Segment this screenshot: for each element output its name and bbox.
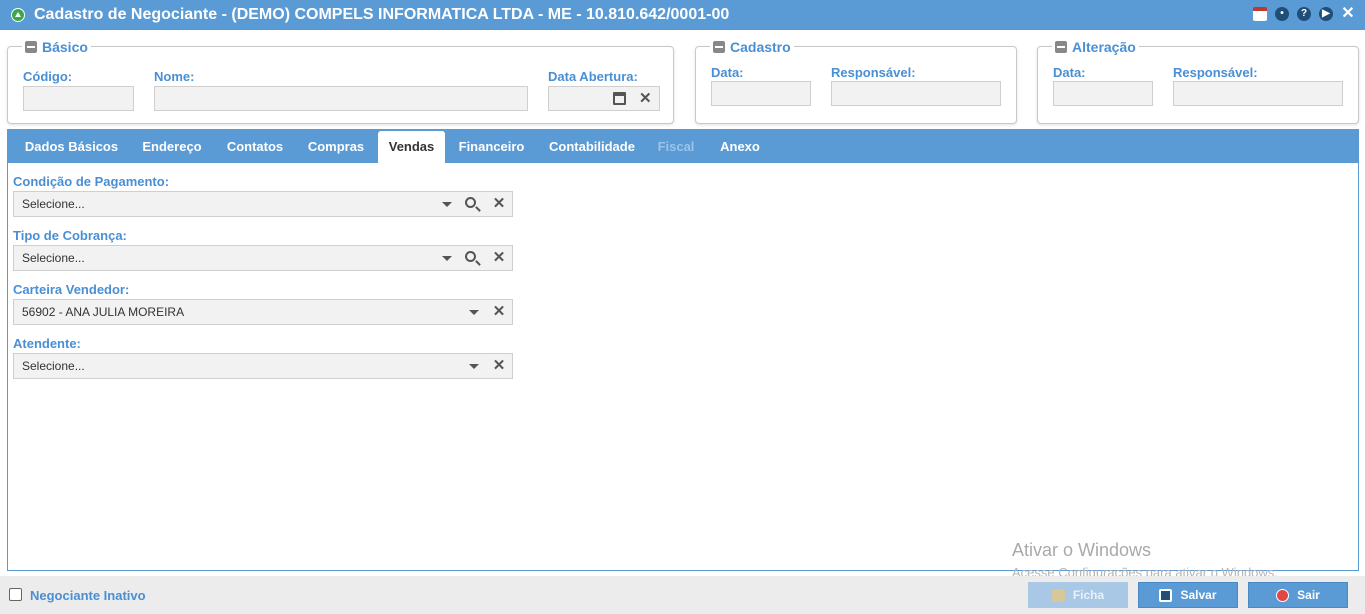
title-bar-icons: • ? ▶ ✕ [1253,6,1355,22]
data-abertura-field[interactable]: ✕ [548,86,660,111]
alteracao-data-label: Data: [1053,65,1086,80]
nome-label: Nome: [154,69,195,84]
alteracao-responsavel-label: Responsável: [1173,65,1258,80]
chevron-down-icon[interactable] [469,364,479,369]
alteracao-fieldset: Alteração Data: Responsável: [1037,39,1359,124]
close-icon[interactable]: ✕ [1341,6,1355,22]
cadastro-responsavel-label: Responsável: [831,65,916,80]
tab-endereco[interactable]: Endereço [132,131,212,163]
footer-bar: Negociante Inativo Ficha Salvar Sair [0,576,1365,614]
search-icon[interactable] [465,197,476,208]
carteira-vendedor-value: 56902 - ANA JULIA MOREIRA [22,305,185,319]
vendas-panel: Condição de Pagamento: Selecione... ✕ Ti… [7,163,1359,571]
condicao-pagamento-label: Condição de Pagamento: [13,174,170,189]
title-bar: Cadastro de Negociante - (DEMO) COMPELS … [0,0,1365,30]
alteracao-responsavel-field [1173,81,1343,106]
tab-financeiro[interactable]: Financeiro [449,131,534,163]
condicao-pagamento-select[interactable]: Selecione... ✕ [13,191,513,217]
activation-watermark-title: Ativar o Windows [1012,540,1152,560]
cadastro-data-label: Data: [711,65,744,80]
play-icon[interactable]: ▶ [1319,7,1333,21]
basico-legend[interactable]: Básico [22,39,91,55]
alteracao-legend[interactable]: Alteração [1052,39,1139,55]
chat-icon[interactable]: • [1275,7,1289,21]
tab-fiscal: Fiscal [657,139,695,154]
carteira-vendedor-select[interactable]: 56902 - ANA JULIA MOREIRA ✕ [13,299,513,325]
tab-contabilidade[interactable]: Contabilidade [540,131,644,163]
clear-icon[interactable]: ✕ [491,304,507,320]
clipboard-icon [1051,588,1065,602]
condicao-pagamento-value: Selecione... [22,197,85,211]
cadastro-data-field [711,81,811,106]
calendar-icon[interactable] [1253,7,1267,21]
tab-compras[interactable]: Compras [297,131,375,163]
cadastro-responsavel-field [831,81,1001,106]
app-icon [11,8,25,22]
ficha-button: Ficha [1028,582,1128,608]
exit-icon [1276,588,1290,602]
codigo-label: Código: [23,69,73,84]
cadastro-legend-text: Cadastro [730,39,791,55]
search-icon[interactable] [465,251,476,262]
help-icon[interactable]: ? [1297,7,1311,21]
codigo-field[interactable] [23,86,134,111]
nome-field[interactable] [154,86,528,111]
tab-vendas[interactable]: Vendas [378,131,445,163]
cadastro-legend[interactable]: Cadastro [710,39,794,55]
carteira-vendedor-label: Carteira Vendedor: [13,282,130,297]
sair-button-label: Sair [1297,588,1320,602]
tab-contatos[interactable]: Contatos [215,131,295,163]
basico-legend-text: Básico [42,39,88,55]
data-abertura-label: Data Abertura: [548,69,638,84]
alteracao-legend-text: Alteração [1072,39,1136,55]
clear-icon[interactable]: ✕ [491,196,507,212]
negociante-inativo-checkbox[interactable] [9,588,22,601]
basico-fieldset: Básico Código: Nome: Data Abertura: ✕ [7,39,674,124]
sair-button[interactable]: Sair [1248,582,1348,608]
tab-anexo[interactable]: Anexo [710,131,770,163]
chevron-down-icon[interactable] [442,202,452,207]
ficha-button-label: Ficha [1072,588,1105,602]
tab-dados-basicos[interactable]: Dados Básicos [13,131,130,163]
alteracao-data-field [1053,81,1153,106]
tab-bar: Dados Básicos Endereço Contatos Compras … [7,129,1359,163]
atendente-label: Atendente: [13,336,81,351]
cadastro-fieldset: Cadastro Data: Responsável: [695,39,1017,124]
save-icon [1159,588,1173,602]
tipo-cobranca-select[interactable]: Selecione... ✕ [13,245,513,271]
chevron-down-icon[interactable] [469,310,479,315]
calendar-picker-icon[interactable] [613,92,626,105]
tipo-cobranca-label: Tipo de Cobrança: [13,228,127,243]
atendente-value: Selecione... [22,359,85,373]
clear-icon[interactable]: ✕ [491,250,507,266]
clear-icon[interactable]: ✕ [639,89,652,107]
clear-icon[interactable]: ✕ [491,358,507,374]
collapse-icon[interactable] [25,41,37,53]
collapse-icon[interactable] [713,41,725,53]
negociante-inativo-label[interactable]: Negociante Inativo [30,588,146,603]
atendente-select[interactable]: Selecione... ✕ [13,353,513,379]
chevron-down-icon[interactable] [442,256,452,261]
salvar-button-label: Salvar [1180,588,1217,602]
collapse-icon[interactable] [1055,41,1067,53]
tipo-cobranca-value: Selecione... [22,251,85,265]
salvar-button[interactable]: Salvar [1138,582,1238,608]
window-title: Cadastro de Negociante - (DEMO) COMPELS … [34,6,730,23]
